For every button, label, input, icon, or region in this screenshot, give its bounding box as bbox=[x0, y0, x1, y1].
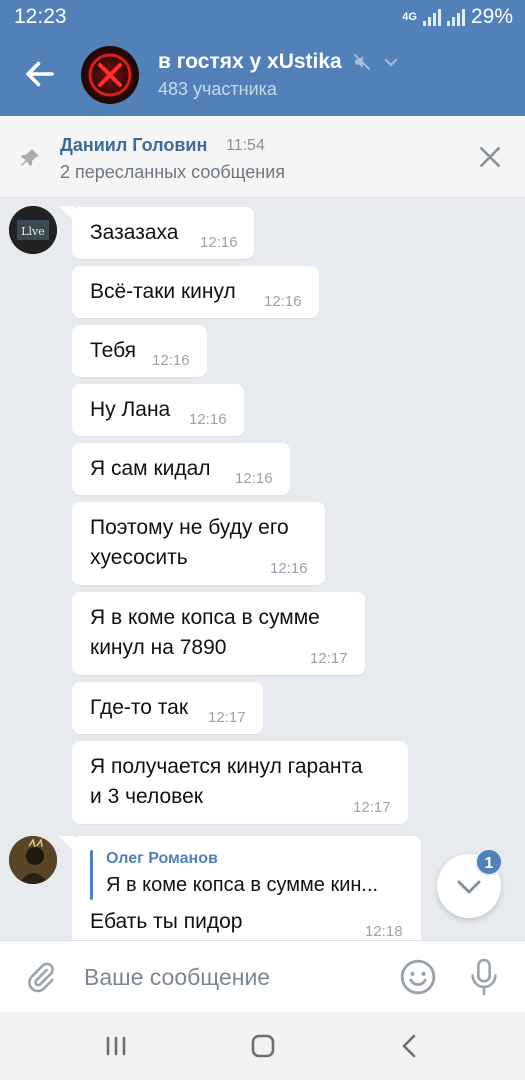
message-bubble[interactable]: Тебя 12:16 bbox=[72, 325, 207, 377]
close-icon[interactable] bbox=[477, 144, 503, 170]
chat-header: в гостях у xUstika 483 участника bbox=[0, 34, 525, 116]
message-bubble[interactable]: Ну Лана 12:16 bbox=[72, 384, 244, 436]
back-nav-icon[interactable] bbox=[390, 1030, 430, 1062]
message-time: 12:16 bbox=[264, 293, 302, 310]
muted-icon bbox=[353, 53, 370, 71]
message-text-line-1: Поэтому не буду его bbox=[90, 516, 289, 539]
message-text-line-2: хуесосить bbox=[90, 546, 188, 569]
avatar-image-icon bbox=[9, 836, 57, 884]
battery-level: 29% bbox=[470, 5, 513, 28]
signal-icon bbox=[422, 8, 441, 26]
status-icons: 4G 29% bbox=[402, 5, 513, 29]
message-text: Тебя bbox=[90, 339, 137, 362]
reply-author: Олег Романов bbox=[106, 850, 218, 867]
message-text: Где-то так bbox=[90, 696, 189, 719]
pin-icon bbox=[21, 149, 39, 166]
message-time: 12:17 bbox=[310, 650, 348, 667]
chevron-down-icon[interactable] bbox=[382, 53, 400, 71]
message-bubble[interactable]: Зазазаха 12:16 bbox=[72, 207, 254, 259]
reply-quote-bar bbox=[90, 850, 93, 900]
pinned-time: 11:54 bbox=[226, 137, 265, 154]
unread-badge: 1 bbox=[475, 848, 503, 876]
message-text-line-2: кинул на 7890 bbox=[90, 636, 227, 659]
chat-title[interactable]: в гостях у xUstika bbox=[158, 50, 400, 74]
message-text-line-2: и 3 человек bbox=[90, 785, 203, 808]
chat-logo-icon bbox=[88, 53, 132, 97]
message-bubble[interactable]: Всё-таки кинул 12:16 bbox=[72, 266, 319, 318]
message-time: 12:17 bbox=[353, 799, 391, 816]
chat-title-text: в гостях у xUstika bbox=[158, 50, 342, 73]
reply-text: Я в коме копса в сумме кин... bbox=[106, 874, 379, 896]
message-composer bbox=[0, 940, 525, 1012]
message-bubble[interactable]: Где-то так 12:17 bbox=[72, 682, 263, 734]
pinned-message[interactable]: Даниил Головин 11:54 2 пересланных сообщ… bbox=[0, 116, 525, 198]
message-time: 12:16 bbox=[152, 352, 190, 369]
message-time: 12:16 bbox=[189, 411, 227, 428]
message-time: 12:16 bbox=[235, 470, 273, 487]
message-text: Я сам кидал bbox=[90, 457, 211, 480]
message-text: Ебать ты пидор bbox=[90, 910, 243, 933]
reply-message-bubble[interactable]: Олег Романов Я в коме копса в сумме кин.… bbox=[72, 836, 421, 940]
members-count: 483 участника bbox=[158, 79, 277, 99]
sender-avatar[interactable] bbox=[9, 836, 57, 884]
back-arrow-icon[interactable] bbox=[22, 56, 58, 92]
avatar-image-icon: Llve bbox=[9, 206, 57, 254]
system-nav-bar bbox=[0, 1012, 525, 1080]
pinned-author: Даниил Головин bbox=[60, 135, 208, 155]
recent-apps-icon[interactable] bbox=[96, 1030, 136, 1062]
pinned-text: 2 пересланных сообщения bbox=[60, 162, 286, 182]
message-time: 12:16 bbox=[200, 234, 238, 251]
message-text: Зазазаха bbox=[90, 221, 179, 244]
microphone-icon[interactable] bbox=[467, 957, 501, 997]
emoji-icon[interactable] bbox=[399, 958, 437, 996]
message-text-line-1: Я в коме копса в сумме bbox=[90, 606, 320, 629]
message-time: 12:16 bbox=[270, 560, 308, 577]
message-feed[interactable]: Llve Зазазаха 12:16 Всё-таки кинул 12:16… bbox=[0, 198, 525, 940]
message-text: Ну Лана bbox=[90, 398, 171, 421]
chat-avatar[interactable] bbox=[81, 46, 139, 104]
status-time: 12:23 bbox=[14, 5, 67, 28]
signal-icon-2 bbox=[446, 8, 465, 26]
message-time: 12:17 bbox=[208, 709, 246, 726]
message-text-line-1: Я получается кинул гаранта bbox=[90, 755, 363, 778]
message-time: 12:18 bbox=[365, 923, 403, 940]
message-input[interactable] bbox=[84, 961, 374, 993]
message-text: Всё-таки кинул bbox=[90, 280, 236, 303]
status-bar: 12:23 4G 29% bbox=[0, 0, 525, 34]
home-icon[interactable] bbox=[243, 1030, 283, 1062]
message-bubble[interactable]: Я сам кидал 12:16 bbox=[72, 443, 290, 495]
message-bubble[interactable]: Поэтому не буду его хуесосить 12:16 bbox=[72, 502, 325, 585]
message-bubble[interactable]: Я получается кинул гаранта и 3 человек 1… bbox=[72, 741, 408, 824]
message-bubble[interactable]: Я в коме копса в сумме кинул на 7890 12:… bbox=[72, 592, 365, 675]
network-type: 4G bbox=[402, 10, 417, 23]
svg-text:Llve: Llve bbox=[21, 225, 45, 238]
paperclip-icon[interactable] bbox=[24, 959, 58, 995]
sender-avatar[interactable]: Llve bbox=[9, 206, 57, 254]
